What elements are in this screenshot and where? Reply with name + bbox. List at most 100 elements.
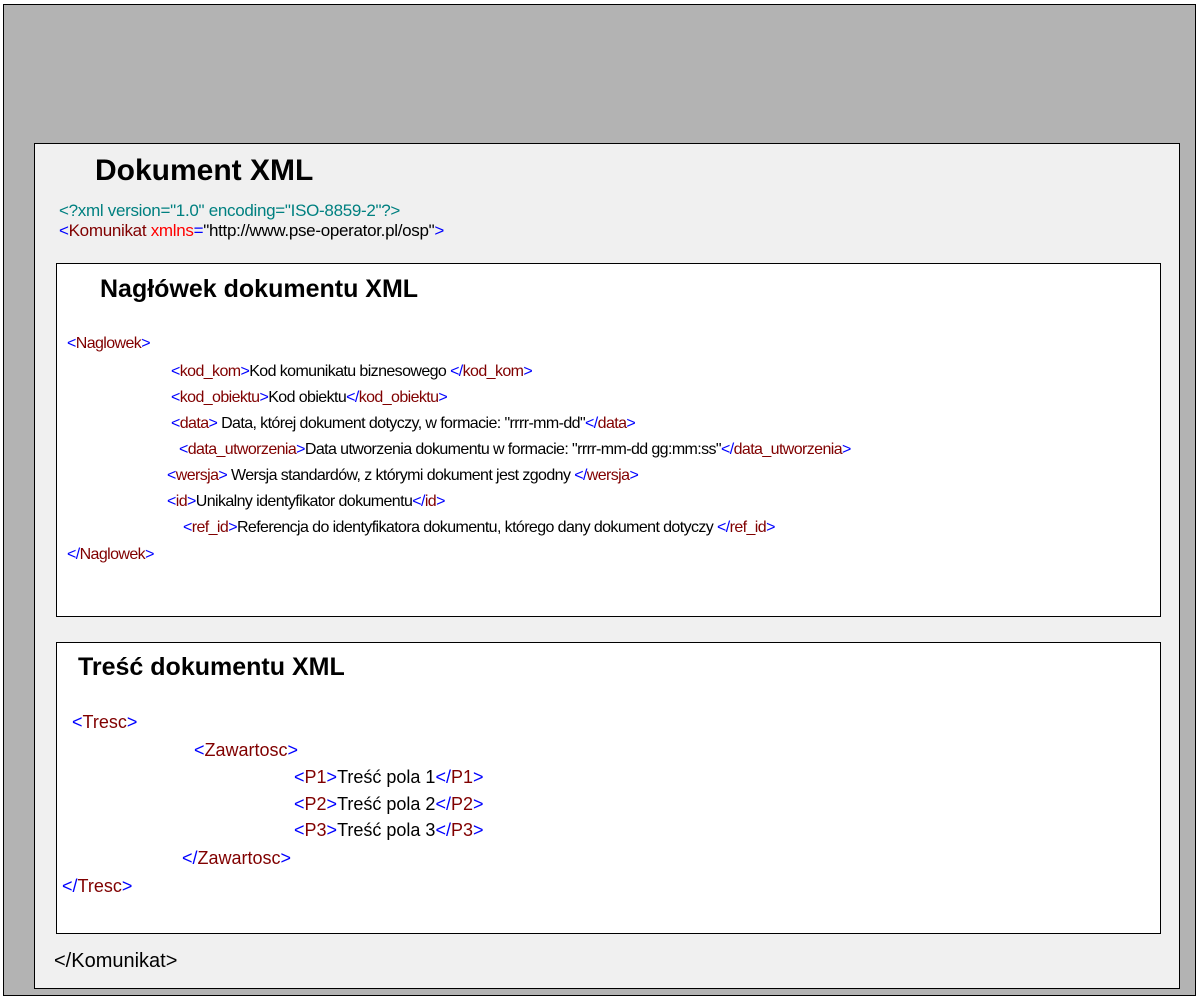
field-line: <id>Unikalny identyfikator dokumentu</id… [167,493,445,511]
bracket: </ [717,519,730,536]
bracket: < [67,335,76,352]
bracket: </ [435,794,451,814]
bracket: > [473,794,484,814]
root-equals: = [193,221,204,240]
bracket: > [436,493,445,510]
bracket: > [287,740,299,760]
document-title: Dokument XML [95,154,314,187]
tag-name: kod_kom [179,363,241,380]
field-line: <ref_id>Referencja do identyfikatora dok… [183,519,775,537]
field-text: Data utworzenia dokumentu w formacie: "r… [304,441,722,458]
bracket: < [59,221,69,240]
bracket: > [187,493,196,510]
tag-name: data_utworzenia [733,441,843,458]
tag-name: P1 [450,767,473,787]
header-section: Nagłówek dokumentu XML <Naglowek> <kod_k… [56,263,1161,617]
tag-name: kod_kom [462,363,524,380]
bracket: </ [182,848,198,868]
bracket: </ [412,493,425,510]
tag-name: P2 [450,794,473,814]
bracket: > [842,441,851,458]
tag-name: Tresc [82,712,127,732]
bracket: > [326,767,338,787]
header-section-title: Nagłówek dokumentu XML [100,275,419,303]
bracket: < [183,519,192,536]
bracket: > [218,467,228,484]
bracket: < [72,712,83,732]
komunikat-close-tag: </Komunikat> [54,950,178,972]
zawartosc-open-tag: <Zawartosc> [194,740,298,761]
bracket: > [473,767,484,787]
content-field-line: <P1>Treść pola 1</P1> [294,767,484,788]
xml-declaration: <?xml version="1.0" encoding="ISO-8859-2… [59,201,401,220]
tag-name: id [424,493,437,510]
bracket: > [240,363,250,380]
bracket: </ [574,467,587,484]
tag-name: Zawartosc [204,740,288,760]
zawartosc-close-tag: </Zawartosc> [182,848,291,869]
bracket: > [259,389,269,406]
tag-name: kod_obiektu [358,389,439,406]
bracket: </ [435,767,451,787]
bracket: > [145,546,154,563]
bracket: < [294,820,305,840]
bracket: > [326,820,338,840]
bracket: > [438,389,448,406]
root-attr-value: "http://www.pse-operator.pl/osp" [203,221,435,240]
tag-name: P1 [304,767,327,787]
content-section-title: Treść dokumentu XML [78,653,345,681]
bracket: > [629,467,639,484]
tag-name: id [175,493,188,510]
field-line: <kod_obiektu>Kod obiektu</kod_obiektu> [171,389,448,407]
field-text: Treść pola 2 [337,794,436,814]
bracket: > [126,712,138,732]
bracket: < [294,767,305,787]
bracket: < [171,389,180,406]
field-line: <wersja> Wersja standardów, z którymi do… [167,467,639,485]
tag-name: kod_obiektu [179,389,260,406]
bracket: < [294,794,305,814]
content-field-line: <P3>Treść pola 3</P3> [294,820,484,841]
content-section: Treść dokumentu XML <Tresc> <Zawartosc> … [56,642,1161,934]
tag-name: ref_id [729,519,767,536]
bracket: </ [435,820,451,840]
root-open-tag: <Komunikat xmlns="http://www.pse-operato… [59,221,444,241]
tag-name: Zawartosc [197,848,281,868]
bracket: > [208,415,218,432]
bracket: < [179,441,188,458]
bracket: </ [721,441,734,458]
bracket: < [167,493,176,510]
content-field-line: <P2>Treść pola 2</P2> [294,794,484,815]
bracket: </ [62,876,78,896]
bracket: > [626,415,636,432]
tresc-close-tag: </Tresc> [62,876,132,897]
field-text: Treść pola 1 [337,767,436,787]
bracket: < [171,415,180,432]
bracket: </ [450,363,463,380]
field-text: Kod komunikatu biznesowego [249,363,451,380]
bracket: < [194,740,205,760]
tag-name: Naglowek [75,335,142,352]
tag-name: P2 [304,794,327,814]
root-attr-name: xmlns [150,221,194,240]
naglowek-close-tag: </Naglowek> [67,546,154,564]
bracket: > [141,335,150,352]
bracket: > [326,794,338,814]
tag-name: P3 [304,820,327,840]
bracket: > [121,876,133,896]
root-tag-name: Komunikat [68,221,147,240]
bracket: < [171,363,180,380]
xml-document-panel: Dokument XML <?xml version="1.0" encodin… [34,143,1180,989]
tag-name: Tresc [77,876,122,896]
field-line: <data> Data, której dokument dotyczy, w … [171,415,636,433]
bracket: </ [346,389,359,406]
field-text: Treść pola 3 [337,820,436,840]
bracket: > [228,519,237,536]
field-line: <data_utworzenia>Data utworzenia dokumen… [179,441,851,459]
field-text: Unikalny identyfikator dokumentu [195,493,413,510]
outer-frame: Dokument XML <?xml version="1.0" encodin… [3,4,1196,996]
tag-name: data_utworzenia [187,441,297,458]
field-text: Kod obiektu [268,389,347,406]
bracket: > [473,820,484,840]
bracket: > [280,848,292,868]
